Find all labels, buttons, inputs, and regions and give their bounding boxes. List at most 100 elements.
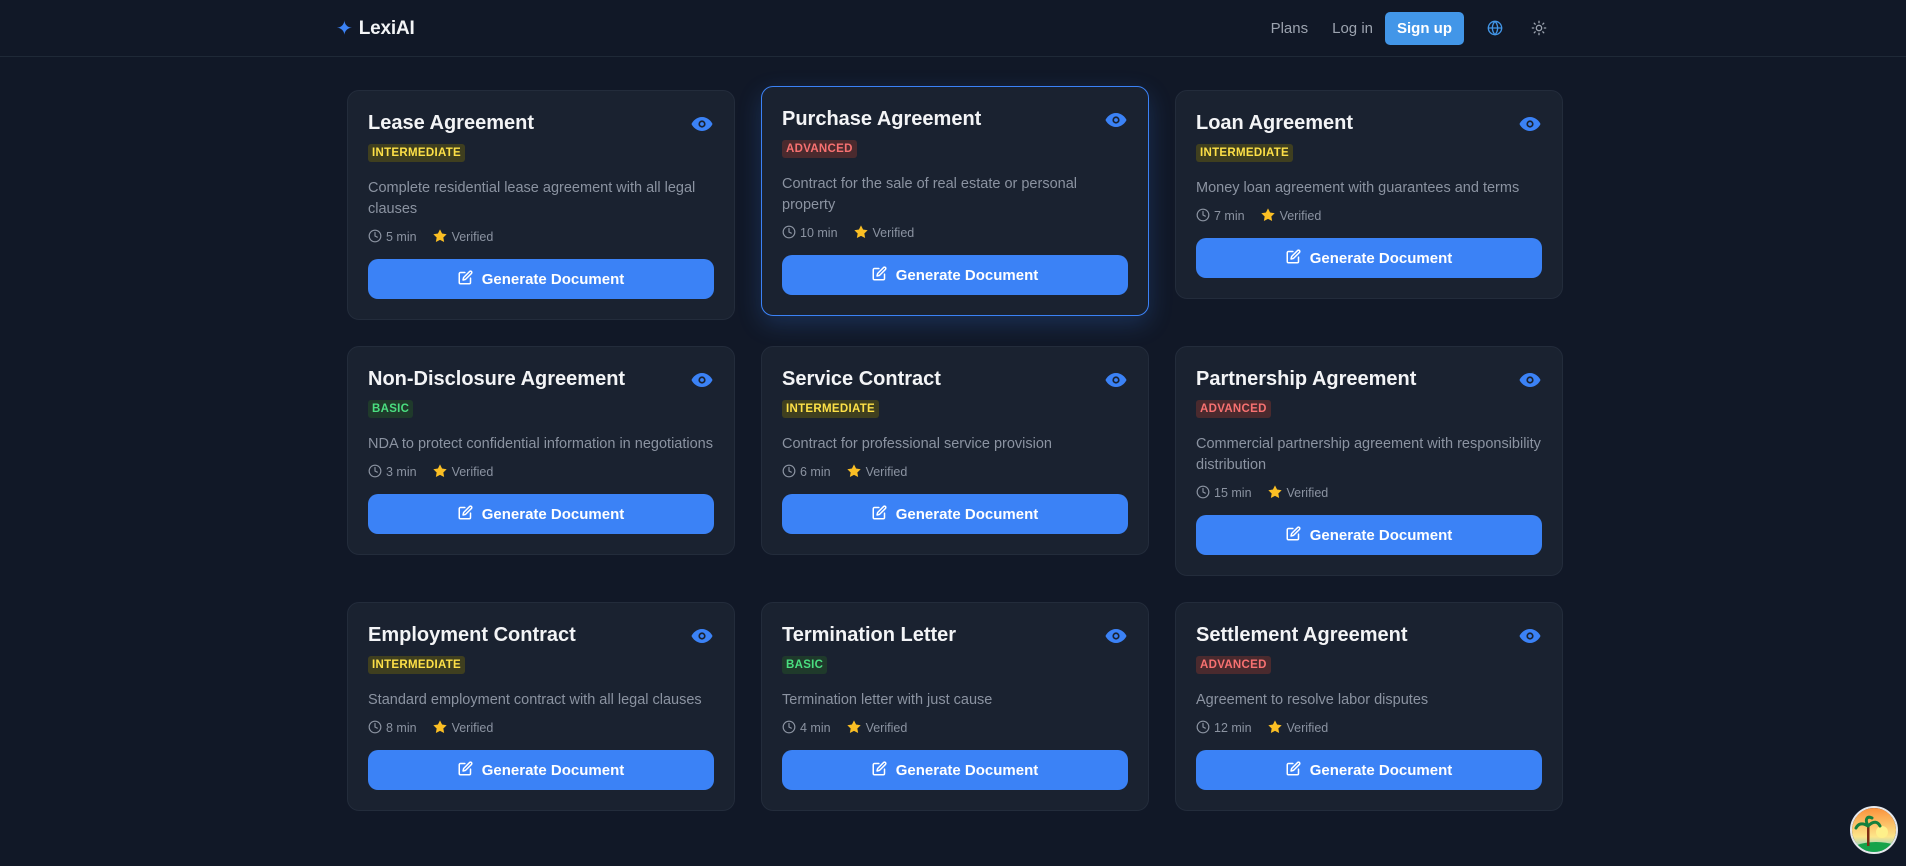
globe-icon[interactable]	[1486, 19, 1504, 37]
difficulty-badge: INTERMEDIATE	[782, 400, 879, 418]
verified-status: Verified	[846, 719, 907, 738]
sun-icon[interactable]	[1530, 19, 1548, 37]
duration: 5 min	[368, 229, 417, 246]
card-meta: 4 min Verified	[782, 719, 1128, 737]
card-description: Contract for professional service provis…	[782, 436, 1052, 452]
duration-text: 8 min	[386, 721, 417, 735]
generate-document-button[interactable]: Generate Document	[368, 750, 714, 790]
verified-text: Verified	[872, 226, 915, 240]
document-card-grid: Lease Agreement INTERMEDIATE Complete re…	[347, 86, 1563, 811]
card-title: Employment Contract	[368, 624, 576, 646]
card-title: Partnership Agreement	[1196, 368, 1417, 390]
duration: 15 min	[1196, 485, 1252, 502]
verified-text: Verified	[1286, 721, 1329, 735]
card-title: Non-Disclosure Agreement	[368, 368, 626, 390]
document-card: Partnership Agreement ADVANCED Commercia…	[1175, 346, 1563, 576]
document-card: Non-Disclosure Agreement BASIC NDA to pr…	[347, 346, 735, 555]
clock-icon	[1196, 485, 1210, 502]
duration: 3 min	[368, 464, 417, 481]
star-icon	[846, 463, 862, 482]
nav-login-link[interactable]: Log in	[1332, 20, 1373, 37]
clock-icon	[782, 225, 796, 242]
brand-logo[interactable]: ✦ LexiAI	[336, 16, 415, 42]
generate-label: Generate Document	[1309, 761, 1453, 779]
star-icon	[1260, 207, 1276, 226]
verified-status: Verified	[432, 719, 494, 738]
card-description: NDA to protect confidential information …	[368, 436, 713, 452]
verified-text: Verified	[451, 230, 494, 244]
brand-name: LexiAI	[358, 18, 415, 39]
edit-icon	[458, 269, 473, 289]
star-icon	[432, 463, 448, 482]
generate-document-button[interactable]: Generate Document	[368, 494, 714, 534]
generate-label: Generate Document	[481, 270, 625, 288]
generate-document-button[interactable]: Generate Document	[782, 255, 1128, 295]
verified-status: Verified	[846, 463, 908, 482]
generate-label: Generate Document	[1309, 526, 1453, 544]
duration-text: 15 min	[1214, 486, 1252, 500]
edit-icon	[1286, 525, 1301, 545]
signup-button[interactable]: Sign up	[1385, 11, 1464, 45]
verified-status: Verified	[1260, 207, 1321, 226]
eye-icon[interactable]	[690, 368, 714, 392]
edit-icon	[458, 760, 473, 780]
difficulty-badge: BASIC	[368, 400, 414, 418]
difficulty-badge: INTERMEDIATE	[368, 656, 465, 674]
clock-icon	[368, 229, 382, 246]
generate-label: Generate Document	[481, 761, 625, 779]
verified-status: Verified	[432, 228, 494, 247]
card-title: Lease Agreement	[368, 112, 534, 134]
duration: 6 min	[782, 464, 831, 481]
verified-text: Verified	[865, 465, 908, 479]
card-description: Money loan agreement with guarantees and…	[1196, 180, 1520, 196]
card-meta: 12 min Verified	[1196, 719, 1542, 737]
generate-document-button[interactable]: Generate Document	[1196, 515, 1542, 555]
star-icon	[1267, 719, 1283, 738]
edit-icon	[872, 265, 887, 285]
generate-document-button[interactable]: Generate Document	[1196, 750, 1542, 790]
eye-icon[interactable]	[690, 624, 714, 648]
nav-plans-link[interactable]: Plans	[1271, 20, 1309, 37]
generate-document-button[interactable]: Generate Document	[1196, 238, 1542, 278]
card-title: Service Contract	[782, 368, 941, 390]
difficulty-badge: BASIC	[782, 656, 828, 674]
clock-icon	[1196, 208, 1210, 225]
eye-icon[interactable]	[1104, 624, 1128, 648]
generate-document-button[interactable]: Generate Document	[782, 750, 1128, 790]
eye-icon[interactable]	[1518, 624, 1542, 648]
duration-text: 12 min	[1214, 721, 1252, 735]
top-navbar: ✦ LexiAI Plans Log in Sign up	[0, 0, 1906, 57]
avatar[interactable]	[1850, 806, 1898, 854]
verified-text: Verified	[451, 721, 494, 735]
document-card: Termination Letter BASIC Termination let…	[761, 602, 1149, 811]
star-icon	[432, 719, 448, 738]
card-description: Termination letter with just cause	[782, 692, 993, 708]
card-title: Loan Agreement	[1196, 112, 1354, 134]
duration-text: 4 min	[800, 721, 831, 735]
verified-text: Verified	[451, 465, 494, 479]
difficulty-badge: INTERMEDIATE	[368, 144, 465, 162]
generate-document-button[interactable]: Generate Document	[368, 259, 714, 299]
clock-icon	[782, 464, 796, 481]
card-description: Complete residential lease agreement wit…	[368, 180, 696, 217]
eye-icon[interactable]	[1518, 368, 1542, 392]
generate-label: Generate Document	[481, 505, 625, 523]
eye-icon[interactable]	[1104, 108, 1128, 132]
difficulty-badge: INTERMEDIATE	[1196, 144, 1293, 162]
star-icon	[853, 224, 869, 243]
clock-icon	[368, 464, 382, 481]
generate-label: Generate Document	[895, 761, 1039, 779]
verified-status: Verified	[432, 463, 494, 482]
card-description: Commercial partnership agreement with re…	[1196, 436, 1541, 473]
eye-icon[interactable]	[690, 112, 714, 136]
duration-text: 5 min	[386, 230, 417, 244]
sparkle-icon: ✦	[336, 18, 353, 40]
generate-document-button[interactable]: Generate Document	[782, 494, 1128, 534]
eye-icon[interactable]	[1104, 368, 1128, 392]
clock-icon	[782, 720, 796, 737]
edit-icon	[872, 504, 887, 524]
eye-icon[interactable]	[1518, 112, 1542, 136]
verified-status: Verified	[853, 224, 915, 243]
generate-label: Generate Document	[895, 266, 1039, 284]
document-card: Employment Contract INTERMEDIATE Standar…	[347, 602, 735, 811]
